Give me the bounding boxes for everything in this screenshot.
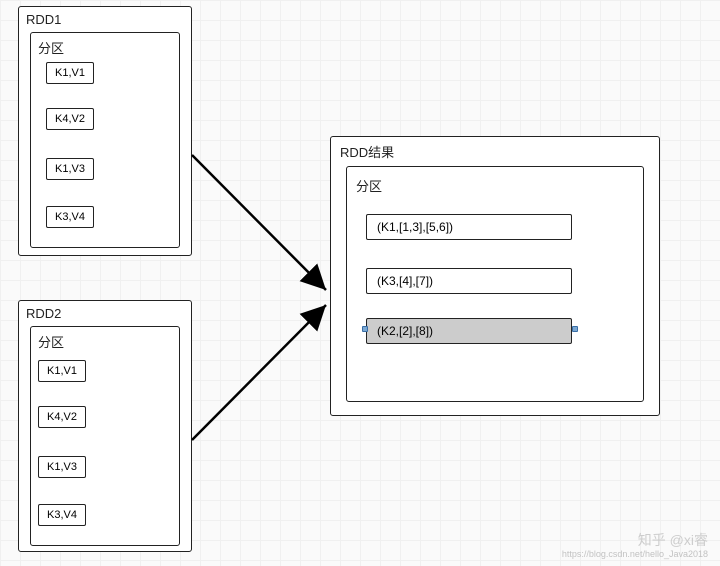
result-item: (K3,[4],[7]) [366,268,572,294]
rdd1-item: K4,V2 [46,108,94,130]
watermark-main: 知乎 @xi睿 [562,532,708,549]
watermark: 知乎 @xi睿 https://blog.csdn.net/hello_Java… [562,532,708,560]
arrow-rdd2-to-result [192,305,326,440]
selection-handle [572,326,578,332]
rdd2-item: K4,V2 [38,406,86,428]
result-item: (K1,[1,3],[5,6]) [366,214,572,240]
watermark-sub: https://blog.csdn.net/hello_Java2018 [562,549,708,560]
rdd1-title: RDD1 [26,12,61,27]
arrow-rdd1-to-result [192,155,326,290]
rdd2-item: K3,V4 [38,504,86,526]
rdd2-partition-label: 分区 [38,332,64,351]
rdd1-item: K1,V3 [46,158,94,180]
rdd2-item: K1,V3 [38,456,86,478]
result-partition-label: 分区 [356,176,382,195]
selection-handle [362,326,368,332]
rdd1-partition-label: 分区 [38,38,64,57]
rdd1-item: K1,V1 [46,62,94,84]
rdd2-item: K1,V1 [38,360,86,382]
rdd2-title: RDD2 [26,306,61,321]
rdd1-item: K3,V4 [46,206,94,228]
result-item-selected: (K2,[2],[8]) [366,318,572,344]
result-title: RDD结果 [340,142,394,161]
